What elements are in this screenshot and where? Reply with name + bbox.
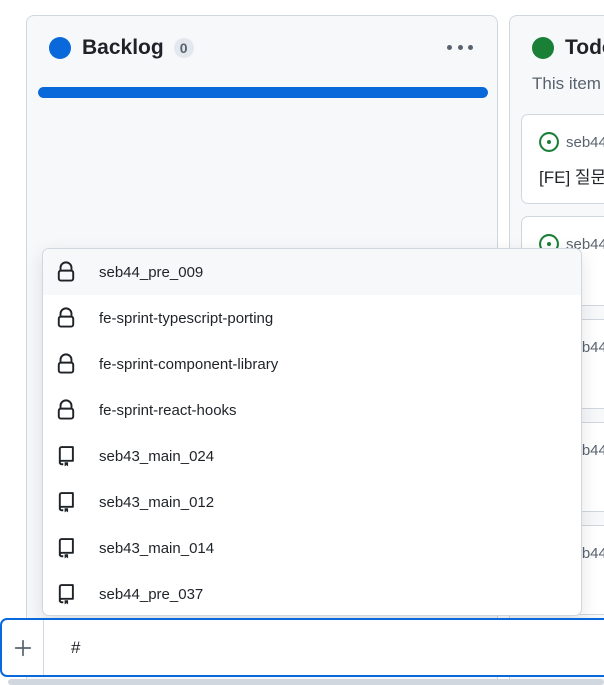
suggestion-label: seb44_pre_009 [99,263,204,281]
suggestion-label: fe-sprint-typescript-porting [99,309,274,327]
suggestion-item[interactable]: seb44_pre_009 [43,249,581,295]
suggestion-label: seb43_main_012 [99,493,215,511]
project-board: Backlog 0 Todo This item seb44 [FE] 질문 s [0,0,604,685]
status-dot-icon [49,37,71,59]
card-title: [FE] 질문 [539,168,604,187]
kebab-horizontal-icon[interactable] [447,38,473,56]
card-meta: seb44 [538,131,604,153]
repository-suggestions: seb44_pre_009 fe-sprint-typescript-porti… [42,248,582,616]
suggestion-item[interactable]: fe-sprint-react-hooks [43,387,581,433]
add-item-composer [0,618,604,677]
repo-icon [58,492,74,513]
repo-icon [58,538,74,559]
plus-icon [14,639,31,656]
suggestion-item[interactable]: seb43_main_012 [43,479,581,525]
issue-opened-icon [539,132,559,152]
suggestion-item[interactable]: seb43_main_014 [43,525,581,571]
suggestion-item[interactable]: seb43_main_024 [43,433,581,479]
suggestion-label: fe-sprint-react-hooks [99,401,237,419]
lock-icon [57,307,75,328]
suggestion-label: seb44_pre_037 [99,585,204,603]
suggestion-item[interactable]: seb44_pre_037 [43,571,581,615]
lock-icon [57,353,75,374]
column-title: Todo [565,36,604,59]
suggestion-item[interactable]: fe-sprint-typescript-porting [43,295,581,341]
progress-fill [38,87,488,98]
column-description: This item [532,74,601,93]
suggestion-label: seb43_main_024 [99,447,215,465]
repo-icon [58,446,74,467]
column-title: Backlog [82,36,164,59]
suggestion-label: fe-sprint-component-library [99,355,279,373]
repo-icon [58,584,74,605]
lock-icon [57,399,75,420]
column-header: Backlog 0 [49,36,194,60]
add-item-button[interactable] [2,620,44,675]
column-header: Todo [532,36,604,60]
status-dot-icon [532,37,554,59]
horizontal-scrollbar[interactable] [8,679,604,685]
lock-icon [57,261,75,282]
suggestion-item[interactable]: fe-sprint-component-library [43,341,581,387]
add-item-input[interactable] [44,620,604,675]
suggestion-label: seb43_main_014 [99,539,215,557]
item-count-badge: 0 [173,38,194,58]
progress-bar [38,87,488,98]
card-repo: seb44 [566,133,604,151]
issue-card[interactable]: seb44 [FE] 질문 [521,114,604,204]
